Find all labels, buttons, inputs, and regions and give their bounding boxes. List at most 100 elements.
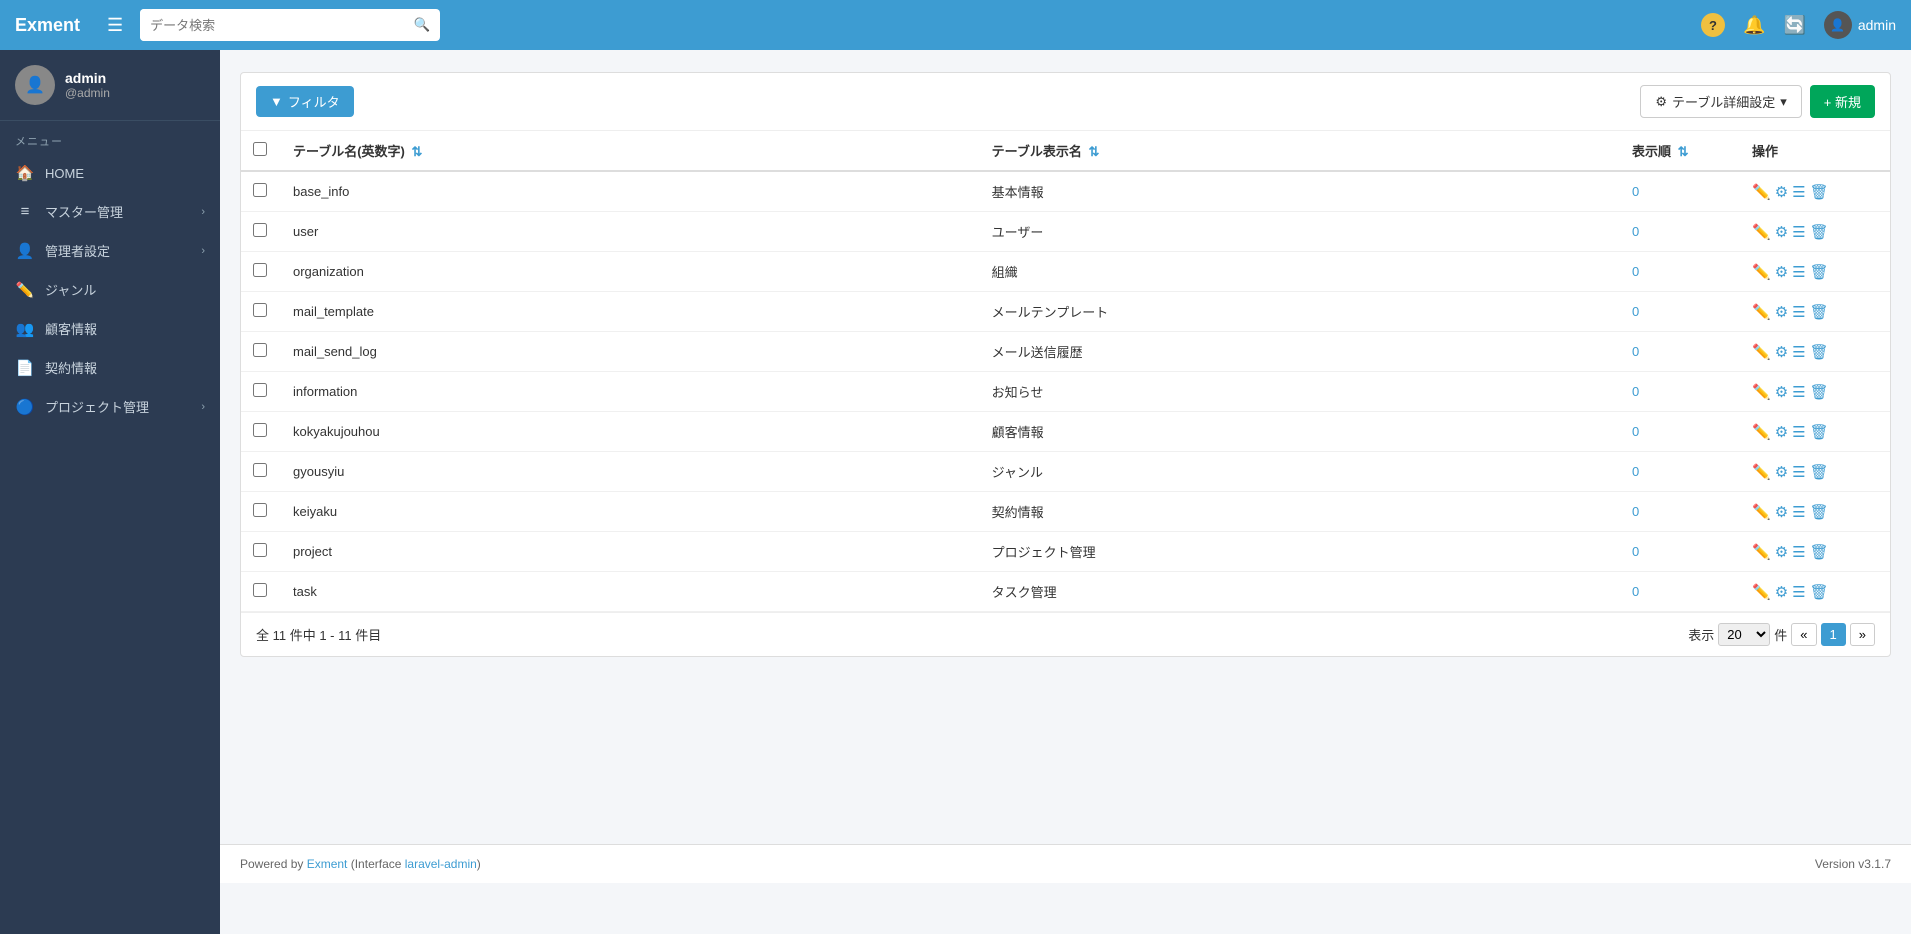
edit-icon-8[interactable]: ✏️ xyxy=(1752,503,1771,521)
edit-icon-10[interactable]: ✏️ xyxy=(1752,583,1771,601)
settings-icon-3[interactable]: ⚙ xyxy=(1775,303,1788,321)
edit-icon-4[interactable]: ✏️ xyxy=(1752,343,1771,361)
settings-icon-4[interactable]: ⚙ xyxy=(1775,343,1788,361)
menu-toggle-button[interactable]: ☰ xyxy=(102,10,128,41)
order-link-4[interactable]: 0 xyxy=(1632,344,1639,359)
delete-icon-4[interactable]: 🗑 xyxy=(1810,343,1829,361)
header: Exment ☰ 🔍 ? 🔔 🔄 👤 admin xyxy=(0,0,1911,50)
row-checkbox-10[interactable] xyxy=(253,583,267,597)
row-checkbox-2[interactable] xyxy=(253,263,267,277)
order-link-7[interactable]: 0 xyxy=(1632,464,1639,479)
edit-icon-6[interactable]: ✏️ xyxy=(1752,423,1771,441)
refresh-icon[interactable]: 🔄 xyxy=(1783,15,1805,36)
row-checkbox-5[interactable] xyxy=(253,383,267,397)
settings-icon-8[interactable]: ⚙ xyxy=(1775,503,1788,521)
list-icon-2[interactable]: ☰ xyxy=(1792,263,1805,281)
home-icon: 🏠 xyxy=(15,164,35,182)
table-row: kokyakujouhou 顧客情報 0 ✏️ ⚙ ☰ 🗑 xyxy=(241,412,1890,452)
row-checkbox-4[interactable] xyxy=(253,343,267,357)
delete-icon-9[interactable]: 🗑 xyxy=(1810,543,1829,561)
sidebar-item-customer[interactable]: 👥 顧客情報 xyxy=(0,309,220,348)
row-checkbox-3[interactable] xyxy=(253,303,267,317)
laravel-admin-link[interactable]: laravel-admin xyxy=(405,857,477,871)
order-link-2[interactable]: 0 xyxy=(1632,264,1639,279)
app-brand[interactable]: Exment xyxy=(15,15,80,36)
delete-icon-2[interactable]: 🗑 xyxy=(1810,263,1829,281)
per-page-select[interactable]: 20 10 50 100 xyxy=(1718,623,1770,646)
sidebar-item-contract[interactable]: 📄 契約情報 xyxy=(0,348,220,387)
edit-icon-0[interactable]: ✏️ xyxy=(1752,183,1771,201)
order-link-8[interactable]: 0 xyxy=(1632,504,1639,519)
order-link-0[interactable]: 0 xyxy=(1632,184,1639,199)
list-icon-0[interactable]: ☰ xyxy=(1792,183,1805,201)
list-icon-5[interactable]: ☰ xyxy=(1792,383,1805,401)
settings-icon-6[interactable]: ⚙ xyxy=(1775,423,1788,441)
row-checkbox-8[interactable] xyxy=(253,503,267,517)
settings-icon-5[interactable]: ⚙ xyxy=(1775,383,1788,401)
next-page-button[interactable]: » xyxy=(1850,623,1875,646)
sidebar-item-genre[interactable]: ✏️ ジャンル xyxy=(0,270,220,309)
row-checkbox-7[interactable] xyxy=(253,463,267,477)
order-link-10[interactable]: 0 xyxy=(1632,584,1639,599)
list-icon-3[interactable]: ☰ xyxy=(1792,303,1805,321)
edit-icon-3[interactable]: ✏️ xyxy=(1752,303,1771,321)
col-order[interactable]: 表示順 ⇅ xyxy=(1620,131,1740,171)
sidebar-item-master[interactable]: ≡ マスター管理 › xyxy=(0,192,220,231)
search-input[interactable] xyxy=(140,9,403,41)
edit-icon-5[interactable]: ✏️ xyxy=(1752,383,1771,401)
list-icon-7[interactable]: ☰ xyxy=(1792,463,1805,481)
delete-icon-0[interactable]: 🗑 xyxy=(1810,183,1829,201)
col-name-en[interactable]: テーブル名(英数字) ⇅ xyxy=(281,131,980,171)
row-checkbox-9[interactable] xyxy=(253,543,267,557)
select-all-checkbox[interactable] xyxy=(253,142,267,156)
user-menu[interactable]: 👤 admin xyxy=(1824,11,1896,39)
sidebar-item-project[interactable]: 🔵 プロジェクト管理 › xyxy=(0,387,220,426)
order-link-3[interactable]: 0 xyxy=(1632,304,1639,319)
list-icon-8[interactable]: ☰ xyxy=(1792,503,1805,521)
order-link-5[interactable]: 0 xyxy=(1632,384,1639,399)
list-icon-4[interactable]: ☰ xyxy=(1792,343,1805,361)
order-link-6[interactable]: 0 xyxy=(1632,424,1639,439)
edit-icon-9[interactable]: ✏️ xyxy=(1752,543,1771,561)
sidebar-item-home[interactable]: 🏠 HOME xyxy=(0,154,220,192)
delete-icon-3[interactable]: 🗑 xyxy=(1810,303,1829,321)
delete-icon-7[interactable]: 🗑 xyxy=(1810,463,1829,481)
delete-icon-6[interactable]: 🗑 xyxy=(1810,423,1829,441)
sidebar-item-admin[interactable]: 👤 管理者設定 › xyxy=(0,231,220,270)
table-settings-button[interactable]: ⚙ テーブル詳細設定 ▾ xyxy=(1640,85,1801,118)
delete-icon-8[interactable]: 🗑 xyxy=(1810,503,1829,521)
edit-icon-2[interactable]: ✏️ xyxy=(1752,263,1771,281)
settings-icon-1[interactable]: ⚙ xyxy=(1775,223,1788,241)
sidebar-user-name: admin xyxy=(65,70,110,86)
delete-icon-10[interactable]: 🗑 xyxy=(1810,583,1829,601)
settings-icon-10[interactable]: ⚙ xyxy=(1775,583,1788,601)
col-name-display[interactable]: テーブル表示名 ⇅ xyxy=(980,131,1620,171)
page-1-button[interactable]: 1 xyxy=(1821,623,1846,646)
notifications-icon[interactable]: 🔔 xyxy=(1743,15,1765,36)
delete-icon-1[interactable]: 🗑 xyxy=(1810,223,1829,241)
exment-footer-link[interactable]: Exment xyxy=(307,857,348,871)
help-icon[interactable]: ? xyxy=(1701,13,1725,37)
edit-icon-7[interactable]: ✏️ xyxy=(1752,463,1771,481)
settings-icon-0[interactable]: ⚙ xyxy=(1775,183,1788,201)
prev-page-button[interactable]: « xyxy=(1791,623,1816,646)
edit-icon-1[interactable]: ✏️ xyxy=(1752,223,1771,241)
row-checkbox-0[interactable] xyxy=(253,183,267,197)
row-checkbox-1[interactable] xyxy=(253,223,267,237)
list-icon-1[interactable]: ☰ xyxy=(1792,223,1805,241)
settings-icon-2[interactable]: ⚙ xyxy=(1775,263,1788,281)
search-button[interactable]: 🔍 xyxy=(404,17,441,33)
list-icon-10[interactable]: ☰ xyxy=(1792,583,1805,601)
list-icon-6[interactable]: ☰ xyxy=(1792,423,1805,441)
order-link-9[interactable]: 0 xyxy=(1632,544,1639,559)
row-checkbox-6[interactable] xyxy=(253,423,267,437)
delete-icon-5[interactable]: 🗑 xyxy=(1810,383,1829,401)
filter-button[interactable]: ▼ フィルタ xyxy=(256,86,354,117)
new-button[interactable]: + 新規 xyxy=(1810,85,1875,118)
settings-icon-9[interactable]: ⚙ xyxy=(1775,543,1788,561)
list-icon-9[interactable]: ☰ xyxy=(1792,543,1805,561)
cell-actions-2: ✏️ ⚙ ☰ 🗑 xyxy=(1740,252,1890,292)
customer-icon: 👥 xyxy=(15,320,35,338)
settings-icon-7[interactable]: ⚙ xyxy=(1775,463,1788,481)
order-link-1[interactable]: 0 xyxy=(1632,224,1639,239)
